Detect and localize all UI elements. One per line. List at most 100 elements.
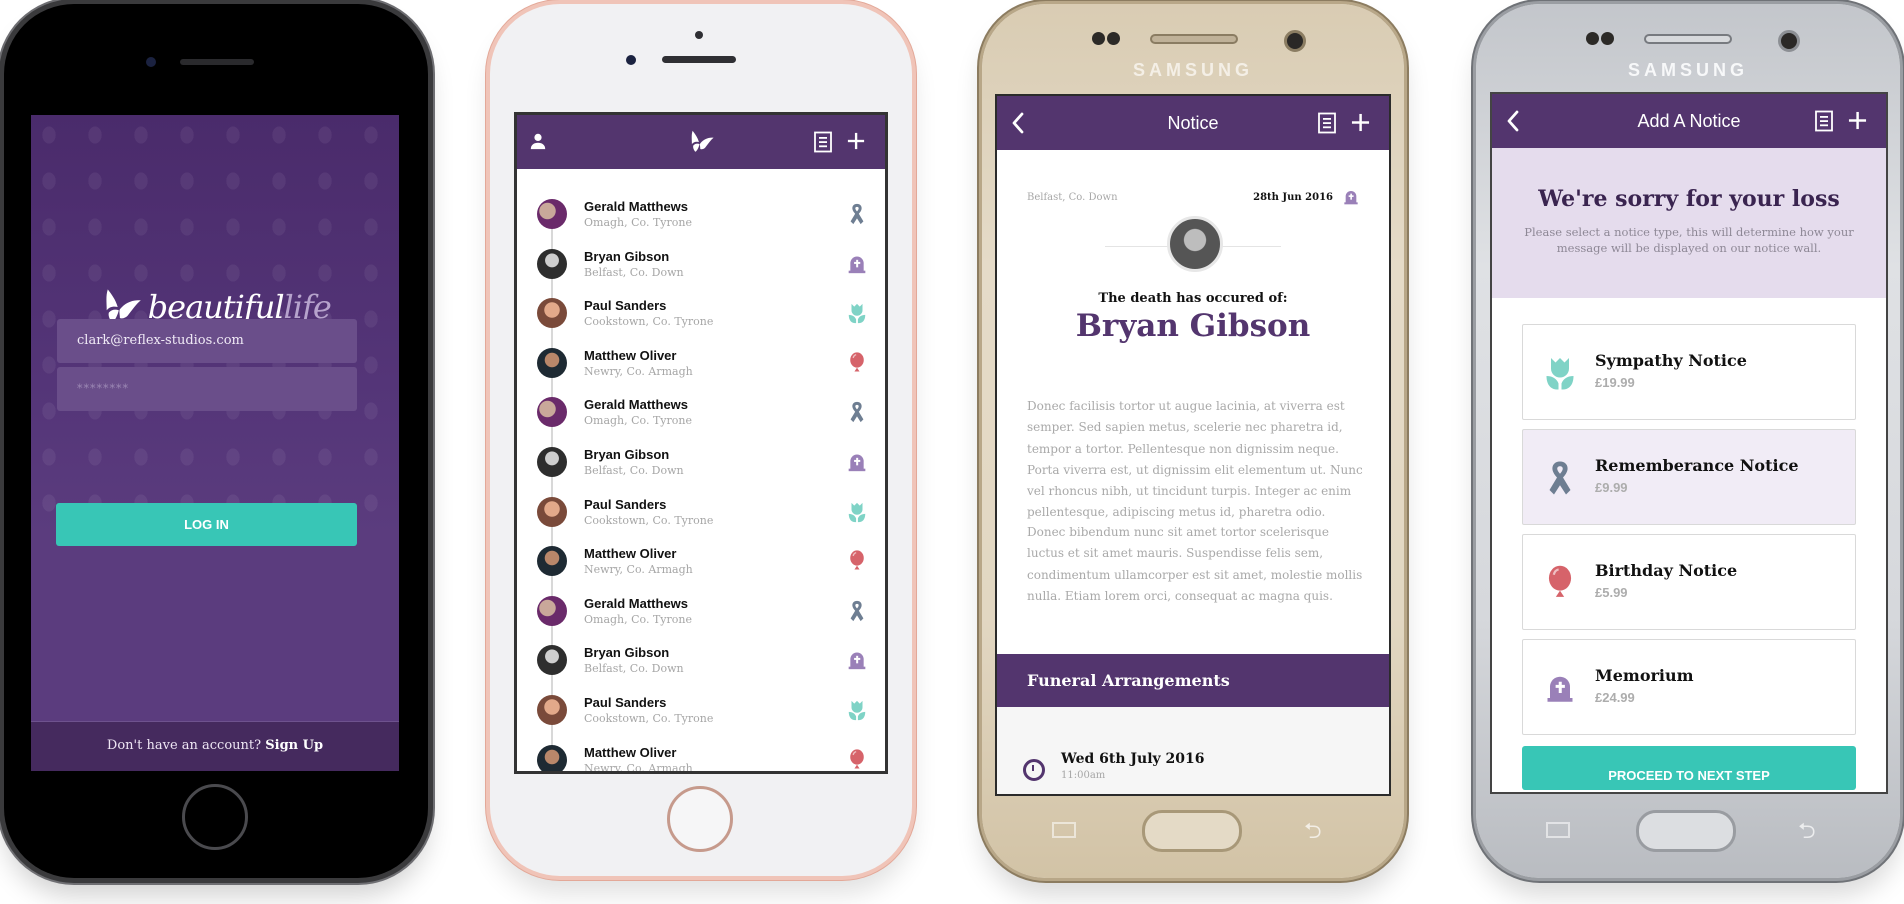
phone-notice-wall: Gerald Matthews Omagh, Co. Tyrone Bryan Gi… [490, 4, 912, 876]
death-label: The death has occured of: [1098, 291, 1288, 306]
app-header: Add A Notice [1492, 94, 1886, 148]
notice-list-icon[interactable] [1317, 112, 1337, 134]
device-brand: SAMSUNG [1132, 60, 1253, 80]
deceased-location: Belfast, Co. Down [584, 265, 684, 279]
tulip-icon [847, 501, 867, 523]
back-key-icon[interactable]: ⮌ [1798, 814, 1816, 852]
avatar [537, 298, 567, 329]
deceased-name: Matthew Oliver [584, 347, 677, 363]
deceased-location: Cookstown, Co. Tyrone [584, 315, 714, 329]
plus-icon[interactable] [1848, 111, 1867, 130]
balloon-icon [847, 352, 867, 374]
notice-list-item[interactable]: Bryan Gibson Belfast, Co. Down [517, 241, 885, 291]
notice-list-item[interactable]: Gerald Matthews Omagh, Co. Tyrone [517, 588, 885, 638]
notice-meta: Belfast, Co. Down 28th Jun 2016 [1027, 192, 1359, 212]
tulip-icon [1545, 355, 1575, 391]
deceased-portrait [1167, 216, 1223, 272]
user-icon[interactable] [529, 132, 547, 150]
notice-list-icon[interactable] [813, 131, 833, 153]
tombstone-icon [847, 451, 867, 473]
password-field[interactable] [57, 367, 357, 411]
balloon-icon [1545, 565, 1575, 601]
notice-list-item[interactable]: Matthew Oliver Newry, Co. Armagh [517, 737, 885, 774]
deceased-name: Bryan Gibson [584, 446, 670, 462]
arrangement-date: Wed 6th July 2016 [1061, 751, 1205, 767]
signup-prompt: Don't have an account? [106, 738, 262, 753]
notice-list-item[interactable]: Bryan Gibson Belfast, Co. Down [517, 637, 885, 687]
condolence-panel: We're sorry for your loss Please select … [1492, 148, 1886, 298]
notice-type-title: Birthday Notice [1595, 561, 1738, 580]
front-camera [1284, 30, 1306, 52]
sensor-dots [1092, 32, 1122, 46]
notice-type-option[interactable]: Sympathy Notice £19.99 [1522, 324, 1856, 420]
deceased-name: Gerald Matthews [584, 199, 689, 214]
notice-type-option[interactable]: Birthday Notice £5.99 [1522, 534, 1856, 630]
recent-apps-icon[interactable] [1052, 822, 1076, 838]
condolence-heading: We're sorry for your loss [1538, 186, 1840, 212]
tulip-icon [847, 699, 867, 721]
plus-icon[interactable] [1351, 113, 1370, 132]
ribbon-icon [847, 401, 867, 423]
avatar [537, 645, 567, 676]
avatar [537, 496, 567, 527]
notice-type-title: Memorium [1595, 666, 1694, 685]
funeral-arrangements-heading: Funeral Arrangements [997, 654, 1389, 707]
earpiece-speaker [180, 59, 254, 65]
balloon-icon [847, 749, 867, 771]
butterfly-logo-icon[interactable] [687, 128, 715, 156]
proceed-button[interactable]: PROCEED TO NEXT STEP [1522, 746, 1856, 790]
notice-wall-screen: Gerald Matthews Omagh, Co. Tyrone Bryan Gi… [514, 112, 888, 774]
home-button[interactable] [1142, 810, 1242, 852]
condolence-subtext: Please select a notice type, this will d… [1524, 225, 1854, 255]
notice-list-item[interactable]: Bryan Gibson Belfast, Co. Down [517, 439, 885, 489]
notice-type-option[interactable]: Rememberance Notice £9.99 [1522, 429, 1856, 525]
phone-login: beautifullife LOG IN Don't have an accou… [4, 4, 428, 878]
home-button[interactable] [182, 784, 248, 850]
notice-list-item[interactable]: Gerald Matthews Omagh, Co. Tyrone [517, 191, 885, 241]
plus-icon[interactable] [847, 132, 865, 150]
home-button[interactable] [667, 786, 733, 852]
email-field[interactable] [57, 319, 357, 363]
notice-list-item[interactable]: Paul Sanders Cookstown, Co. Tyrone [517, 489, 885, 539]
notice-list-item[interactable]: Paul Sanders Cookstown, Co. Tyrone [517, 290, 885, 340]
deceased-name: Matthew Oliver [584, 744, 677, 760]
funeral-arrangements-body: Wed 6th July 2016 11:00am [997, 707, 1389, 794]
ribbon-icon [1545, 460, 1575, 496]
avatar [537, 347, 567, 378]
notice-list-item[interactable]: Gerald Matthews Omagh, Co. Tyrone [517, 389, 885, 439]
notice-type-title: Rememberance Notice [1595, 456, 1799, 475]
notice-list-item[interactable]: Matthew Oliver Newry, Co. Armagh [517, 340, 885, 390]
notice-type-list: Sympathy Notice £19.99 Rememberance Notice… [1522, 324, 1856, 744]
deceased-location: Omagh, Co. Tyrone [584, 612, 692, 626]
earpiece-speaker [1150, 34, 1238, 44]
notice-detail-screen: Notice Belfast, Co. Down 28th Jun 2016 T… [995, 94, 1391, 796]
avatar [537, 248, 567, 279]
notice-type-option[interactable]: Memorium £24.99 [1522, 639, 1856, 735]
notice-paragraph-1: Donec facilisis tortor ut augue lacinia,… [1027, 399, 1363, 520]
avatar [537, 744, 567, 771]
signup-bar: Don't have an account? Sign Up [31, 721, 399, 771]
deceased-location: Belfast, Co. Down [584, 662, 684, 676]
sensor-dots [1586, 32, 1616, 46]
notice-list-icon[interactable] [1814, 110, 1834, 132]
deceased-name: Paul Sanders [584, 298, 667, 314]
deceased-location: Omagh, Co. Tyrone [584, 414, 692, 428]
avatar [537, 446, 567, 477]
back-key-icon[interactable]: ⮌ [1304, 814, 1322, 852]
avatar [537, 199, 567, 229]
notice-list-item[interactable]: Matthew Oliver Newry, Co. Armagh [517, 538, 885, 588]
home-button[interactable] [1636, 810, 1736, 852]
login-button[interactable]: LOG IN [56, 503, 357, 546]
deceased-location: Newry, Co. Armagh [584, 364, 693, 378]
front-camera [1778, 30, 1800, 52]
app-header [517, 115, 885, 169]
proximity-sensor [695, 31, 703, 39]
deceased-location: Omagh, Co. Tyrone [584, 216, 692, 229]
deceased-location: Newry, Co. Armagh [584, 761, 693, 774]
notice-date: 28th Jun 2016 [1253, 192, 1333, 203]
balloon-icon [847, 550, 867, 572]
notice-list: Gerald Matthews Omagh, Co. Tyrone Bryan Gi… [517, 169, 885, 774]
recent-apps-icon[interactable] [1546, 822, 1570, 838]
signup-link[interactable]: Sign Up [265, 738, 323, 753]
notice-list-item[interactable]: Paul Sanders Cookstown, Co. Tyrone [517, 687, 885, 737]
